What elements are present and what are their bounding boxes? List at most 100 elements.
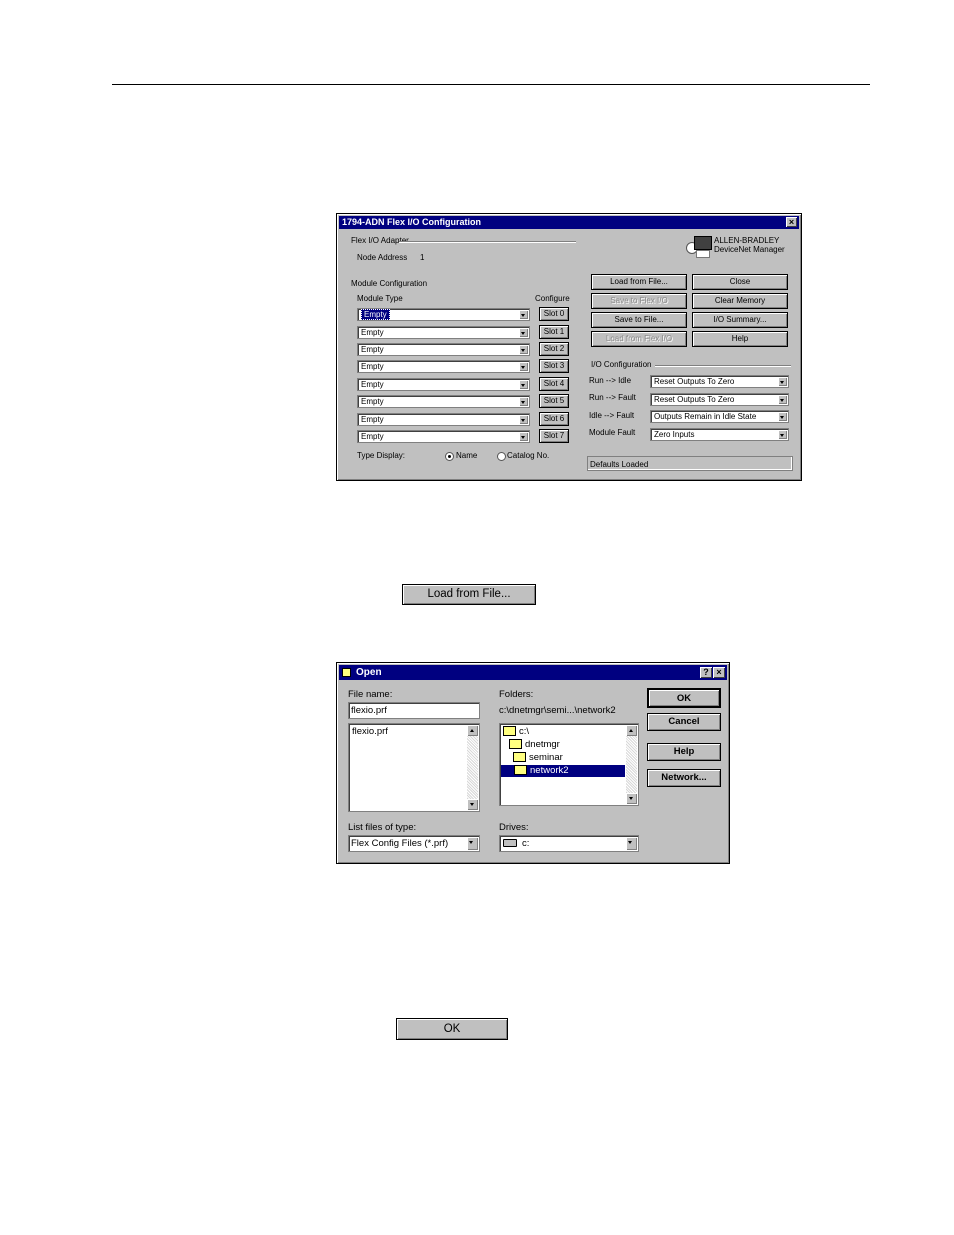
chevron-down-icon[interactable] [519,310,528,319]
folder-open-icon [514,765,527,776]
run-fault-select[interactable]: Reset Outputs To Zero [650,393,789,406]
chevron-down-icon[interactable] [519,415,528,424]
chevron-down-icon[interactable] [467,837,478,850]
io-summary-button[interactable]: I/O Summary... [692,312,788,328]
slot-2-button[interactable]: Slot 2 [539,342,569,356]
folder-item-seminar[interactable]: seminar [513,752,563,763]
scroll-up-icon[interactable] [626,725,637,736]
module-type-header: Module Type [357,294,403,303]
chevron-down-icon[interactable] [778,377,787,386]
folder-item-network2[interactable]: network2 [501,765,625,777]
run-fault-label: Run --> Fault [589,393,636,402]
ok-button-example[interactable]: OK [396,1018,508,1040]
file-list-item[interactable]: flexio.prf [352,726,388,737]
folder-open-icon [513,752,526,763]
open-dialog-app-icon [342,668,351,677]
slot-7-button[interactable]: Slot 7 [539,429,569,443]
allen-bradley-logo-icon [686,236,712,258]
save-to-file-button[interactable]: Save to File... [591,312,687,328]
module-fault-select[interactable]: Zero Inputs [650,428,789,441]
ok-button[interactable]: OK [647,688,721,708]
type-display-label: Type Display: [357,451,406,460]
folders-label: Folders: [499,689,534,700]
list-type-label: List files of type: [348,822,417,833]
chevron-down-icon[interactable] [778,412,787,421]
close-button[interactable]: Close [692,274,788,290]
slot-6-button[interactable]: Slot 6 [539,412,569,426]
slot-6-module-select[interactable]: Empty [357,413,530,426]
help-button[interactable]: Help [692,331,788,347]
dialog-title: 1794-ADN Flex I/O Configuration [342,217,482,227]
chevron-down-icon[interactable] [778,395,787,404]
close-icon[interactable]: × [713,667,725,678]
page-header-rule [112,84,870,85]
open-dialog-titlebar: Open ? × [339,665,727,680]
hard-drive-icon [503,839,517,848]
clear-memory-button[interactable]: Clear Memory [692,293,788,309]
slot-3-module-select[interactable]: Empty [357,360,530,373]
run-idle-select[interactable]: Reset Outputs To Zero [650,375,789,388]
folder-tree[interactable]: c:\ dnetmgr seminar network2 [499,723,639,806]
radio-catalog-button[interactable] [497,452,506,461]
slot-1-button[interactable]: Slot 1 [539,325,569,339]
scroll-down-icon[interactable] [467,799,478,810]
folder-item-root[interactable]: c:\ [503,726,529,737]
slot-0-button[interactable]: Slot 0 [539,307,569,321]
scroll-down-icon[interactable] [626,793,637,804]
close-icon[interactable]: × [786,217,797,227]
chevron-down-icon[interactable] [519,362,528,371]
network-button[interactable]: Network... [647,769,721,787]
folder-tree-scrollbar[interactable] [626,725,637,804]
slot-5-button[interactable]: Slot 5 [539,394,569,408]
help-icon[interactable]: ? [700,667,712,678]
flex-io-config-dialog: 1794-ADN Flex I/O Configuration × Flex I… [336,213,802,481]
folder-open-icon [509,739,522,750]
folder-path: c:\dnetmgr\semi...\network2 [499,705,616,716]
adapter-group-line [399,241,576,243]
chevron-down-icon[interactable] [778,430,787,439]
chevron-down-icon[interactable] [519,397,528,406]
chevron-down-icon[interactable] [519,432,528,441]
load-from-flex-io-button[interactable]: Load from Flex I/O [591,331,687,347]
file-name-label: File name: [348,689,393,700]
chevron-down-icon[interactable] [519,380,528,389]
file-type-select[interactable]: Flex Config Files (*.prf) [348,835,480,852]
file-list-scrollbar[interactable] [467,725,478,810]
slot-2-module-select[interactable]: Empty [357,343,530,356]
help-button[interactable]: Help [647,743,721,761]
brand-product: DeviceNet Manager [714,245,785,254]
chevron-down-icon[interactable] [626,837,637,850]
load-from-file-button[interactable]: Load from File... [591,274,687,290]
configure-header: Configure [535,294,570,303]
save-to-flex-io-button[interactable]: Save to Flex I/O [591,293,687,309]
idle-fault-select[interactable]: Outputs Remain in Idle State [650,410,789,423]
chevron-down-icon[interactable] [519,328,528,337]
brand-name: ALLEN-BRADLEY [714,236,780,245]
slot-7-module-select[interactable]: Empty [357,430,530,443]
slot-5-module-select[interactable]: Empty [357,395,530,408]
node-address-value: 1 [420,253,425,262]
load-from-file-button-example[interactable]: Load from File... [402,584,536,605]
open-file-dialog: Open ? × File name: flexio.prf flexio.pr… [336,662,730,864]
file-list[interactable]: flexio.prf [348,723,480,812]
chevron-down-icon[interactable] [519,345,528,354]
folder-item-dnetmgr[interactable]: dnetmgr [509,739,560,750]
radio-catalog-label: Catalog No. [507,451,550,460]
io-config-group-line [655,365,791,367]
drives-select[interactable]: c: [499,835,639,852]
scroll-up-icon[interactable] [467,725,478,736]
status-bar: Defaults Loaded [587,456,793,471]
drives-label: Drives: [499,822,529,833]
slot-3-button[interactable]: Slot 3 [539,359,569,373]
slot-4-button[interactable]: Slot 4 [539,377,569,391]
io-config-group-label: I/O Configuration [591,360,652,369]
slot-1-module-select[interactable]: Empty [357,326,530,339]
slot-4-module-select[interactable]: Empty [357,378,530,391]
status-text: Defaults Loaded [590,460,649,469]
radio-name-button[interactable] [445,452,454,461]
radio-name-label: Name [456,451,478,460]
slot-0-module-select[interactable]: Empty [357,308,530,321]
folder-open-icon [503,726,516,737]
cancel-button[interactable]: Cancel [647,713,721,731]
file-name-input[interactable]: flexio.prf [348,702,480,719]
